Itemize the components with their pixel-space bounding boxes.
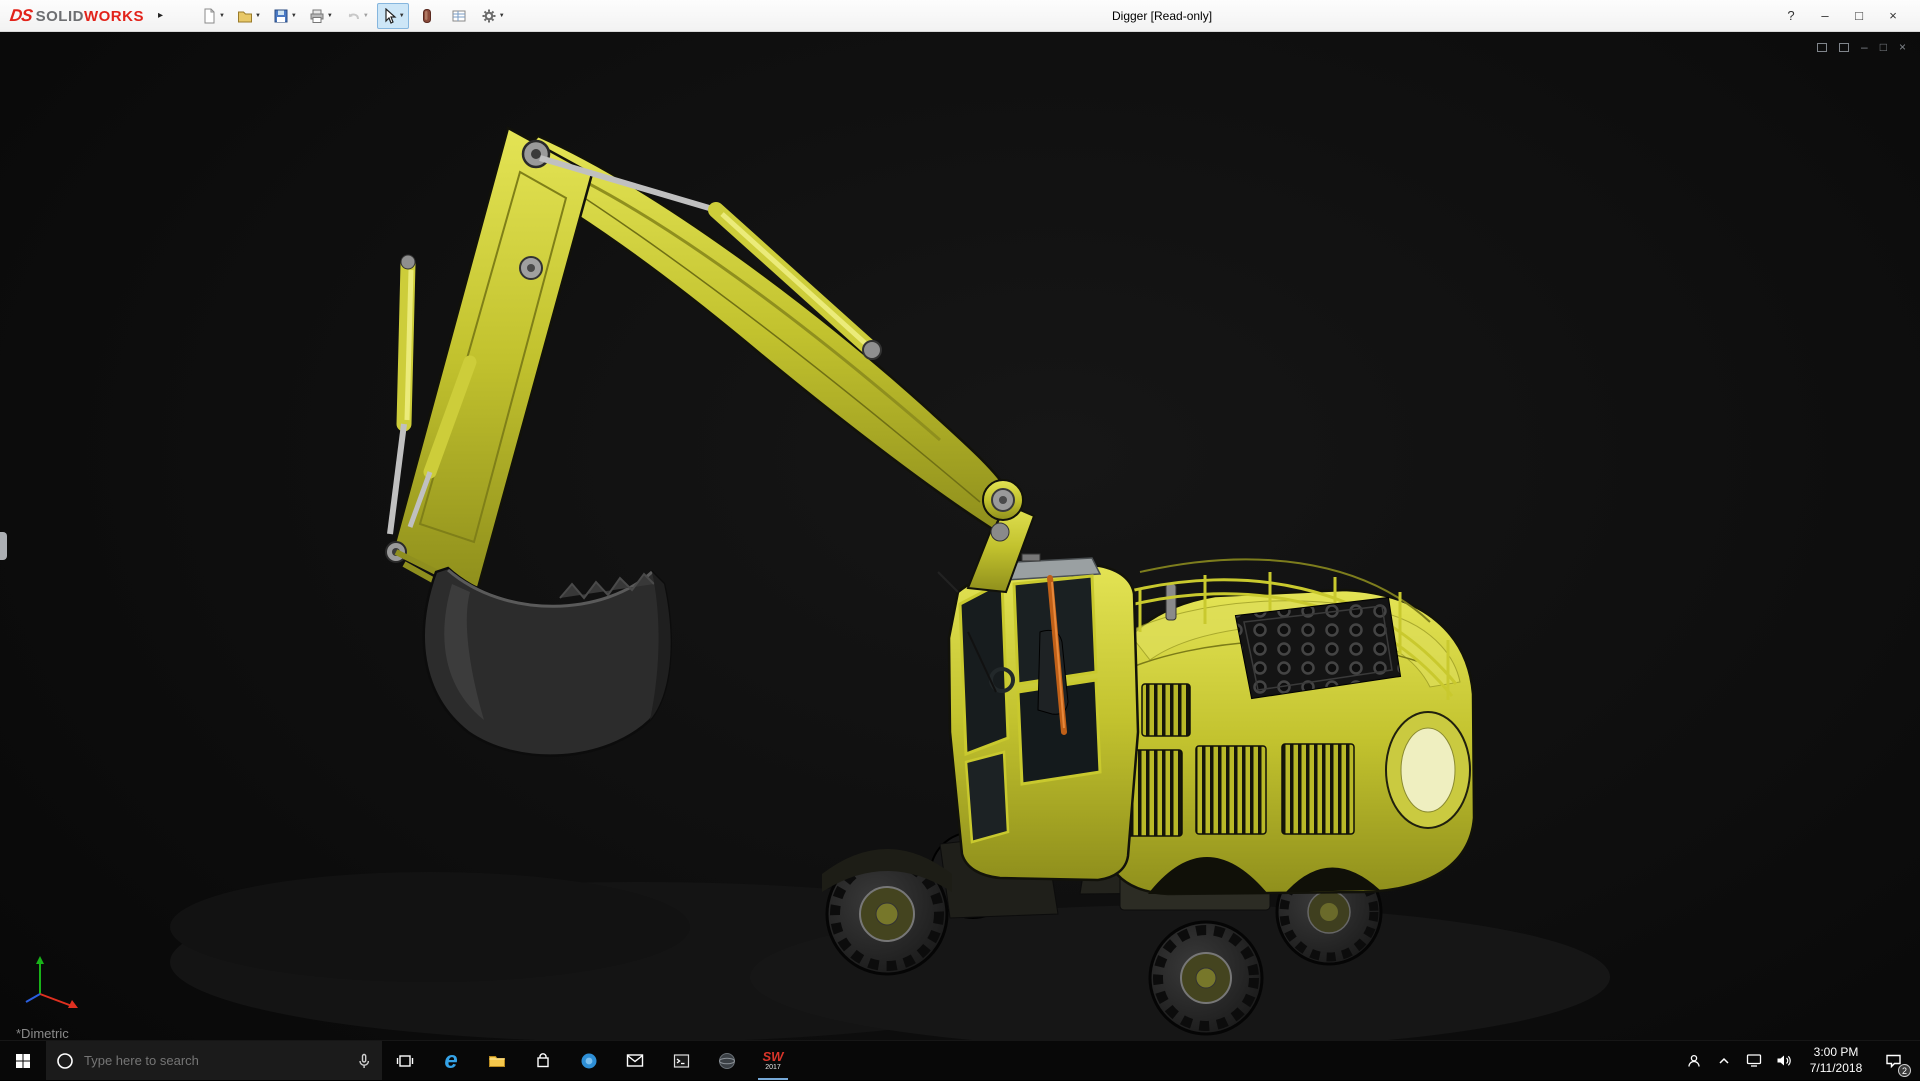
solidworks-letters: SW: [763, 1050, 784, 1063]
volume-icon: [1776, 1053, 1792, 1068]
dropdown-arrow-icon[interactable]: ▼: [499, 13, 505, 19]
blue-circle-app-icon: [580, 1052, 598, 1070]
taskbar-search-box[interactable]: [46, 1041, 382, 1080]
solidworks-logo: DS SOLID WORKS: [0, 6, 144, 26]
store-button[interactable]: [520, 1041, 566, 1080]
undo-icon: [345, 8, 361, 24]
reference-triad-icon: [18, 950, 98, 1012]
windows-logo-icon: [15, 1053, 31, 1069]
volume-button[interactable]: [1769, 1041, 1799, 1081]
logo-text-works: WORKS: [84, 8, 144, 25]
solidworks-2017-button[interactable]: SW 2017: [750, 1041, 796, 1080]
network-icon: [1746, 1053, 1762, 1068]
dropdown-arrow-icon[interactable]: ▼: [399, 13, 405, 19]
edge-button[interactable]: e: [428, 1041, 474, 1080]
dipper-arm[interactable]: [386, 128, 592, 588]
document-title: Digger [Read-only]: [1112, 0, 1212, 32]
store-bag-icon: [535, 1053, 551, 1069]
dropdown-arrow-icon[interactable]: ▼: [255, 13, 261, 19]
options-button[interactable]: ▼: [477, 3, 509, 29]
mdi-window-controls: – □ ×: [1817, 40, 1906, 54]
search-input[interactable]: [84, 1053, 346, 1068]
file-explorer-icon: [488, 1053, 506, 1069]
undo-button[interactable]: ▼: [341, 3, 373, 29]
blue-circle-app-button[interactable]: [566, 1041, 612, 1080]
people-icon: [1686, 1053, 1702, 1069]
notification-badge: 2: [1898, 1064, 1911, 1077]
appearances-button[interactable]: [413, 3, 441, 29]
bucket[interactable]: [424, 568, 671, 756]
clock-date: 7/11/2018: [1799, 1061, 1873, 1077]
start-button[interactable]: [0, 1041, 46, 1080]
select-tool-button[interactable]: ▼: [377, 3, 409, 29]
select-cursor-icon: [381, 8, 397, 24]
dropdown-arrow-icon[interactable]: ▼: [327, 13, 333, 19]
taskbar-clock[interactable]: 3:00 PM 7/11/2018: [1799, 1045, 1873, 1076]
file-explorer-button[interactable]: [474, 1041, 520, 1080]
dropdown-arrow-icon[interactable]: ▼: [363, 13, 369, 19]
command-prompt-button[interactable]: [658, 1041, 704, 1080]
sheet-properties-icon: [451, 8, 467, 24]
task-pane-collapsed-tab[interactable]: [0, 532, 7, 560]
cortana-circle-icon: [56, 1052, 74, 1070]
microphone-icon[interactable]: [356, 1053, 372, 1069]
mail-envelope-icon: [626, 1053, 644, 1068]
edge-icon: e: [444, 1049, 457, 1073]
window-controls: ? – □ ×: [1774, 8, 1920, 23]
windows-taskbar: e: [0, 1040, 1920, 1080]
logo-text-solid: SOLID: [36, 8, 84, 25]
close-button[interactable]: ×: [1876, 8, 1910, 23]
quick-access-toolbar: ▼ ▼ ▼ ▼ ▼ ▼ ▼: [197, 3, 509, 29]
mdi-window-icon-1[interactable]: [1817, 43, 1827, 52]
operator-cab[interactable]: [938, 554, 1138, 880]
system-tray: 3:00 PM 7/11/2018 2: [1679, 1041, 1920, 1080]
mdi-window-icon-2[interactable]: [1839, 43, 1849, 52]
mdi-close-button[interactable]: ×: [1899, 40, 1906, 54]
command-prompt-icon: [673, 1053, 690, 1069]
new-document-icon: [201, 8, 217, 24]
dassault-ds-logo-icon: DS: [9, 6, 33, 26]
network-button[interactable]: [1739, 1041, 1769, 1081]
graphics-area[interactable]: – □ × *Dimetric: [0, 32, 1920, 1040]
appearances-icon: [419, 8, 435, 24]
dropdown-arrow-icon[interactable]: ▼: [219, 13, 225, 19]
view-orientation-label: *Dimetric: [16, 1026, 69, 1040]
chevron-up-icon: [1717, 1054, 1731, 1068]
minimize-button[interactable]: –: [1808, 8, 1842, 23]
solidworks-2017-icon: SW 2017: [763, 1050, 784, 1071]
dark-sphere-app-button[interactable]: [704, 1041, 750, 1080]
mdi-minimize-button[interactable]: –: [1861, 40, 1868, 54]
save-button[interactable]: ▼: [269, 3, 301, 29]
dark-sphere-app-icon: [718, 1052, 736, 1070]
mail-button[interactable]: [612, 1041, 658, 1080]
app-title-bar: DS SOLID WORKS ▸ ▼ ▼ ▼ ▼ ▼ ▼: [0, 0, 1920, 32]
excavator-model[interactable]: [0, 32, 1920, 1040]
solidworks-year: 2017: [765, 1064, 781, 1071]
task-view-icon: [396, 1053, 414, 1069]
maximize-button[interactable]: □: [1842, 8, 1876, 23]
save-floppy-icon: [273, 8, 289, 24]
open-button[interactable]: ▼: [233, 3, 265, 29]
clock-time: 3:00 PM: [1799, 1045, 1873, 1061]
hidden-icons-button[interactable]: [1709, 1041, 1739, 1081]
open-folder-icon: [237, 8, 253, 24]
options-gear-icon: [481, 8, 497, 24]
dropdown-arrow-icon[interactable]: ▼: [291, 13, 297, 19]
sheet-properties-button[interactable]: [445, 3, 473, 29]
print-icon: [309, 8, 325, 24]
print-button[interactable]: ▼: [305, 3, 337, 29]
menu-flyout-arrow-icon[interactable]: ▸: [158, 10, 163, 21]
new-document-button[interactable]: ▼: [197, 3, 229, 29]
task-view-button[interactable]: [382, 1041, 428, 1080]
help-button[interactable]: ?: [1774, 8, 1808, 23]
mdi-restore-button[interactable]: □: [1880, 40, 1887, 54]
people-button[interactable]: [1679, 1041, 1709, 1081]
action-center-button[interactable]: 2: [1873, 1041, 1913, 1081]
